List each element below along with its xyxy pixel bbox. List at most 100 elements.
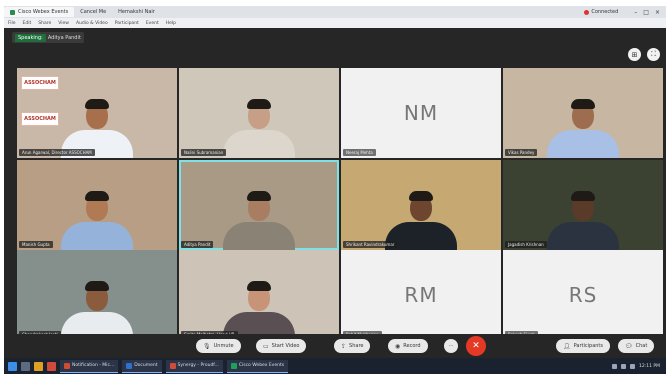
menu-event[interactable]: Event	[146, 21, 159, 26]
window-controls: – □ ×	[634, 9, 660, 16]
connection-status: Connected	[584, 9, 618, 15]
video-tile[interactable]: NM Neeraj Mehta	[341, 68, 501, 158]
tab-label: Cisco Webex Events	[18, 9, 69, 15]
layout-icon[interactable]: ⊞	[628, 48, 641, 61]
app-icon	[64, 362, 70, 369]
share-label: Share	[349, 343, 364, 349]
webex-icon	[230, 362, 237, 369]
video-tile[interactable]: RMRohit Mukherjee	[341, 250, 501, 340]
clock: 12:11 PM	[639, 363, 660, 369]
video-tile[interactable]: Aditya Pandit	[179, 160, 339, 250]
participant-video	[381, 180, 461, 250]
windows-start-icon[interactable]	[8, 361, 17, 371]
menu-edit[interactable]: Edit	[23, 21, 32, 26]
participant-initials: RM	[404, 283, 438, 307]
end-call-icon: ✕	[472, 341, 480, 351]
video-tile[interactable]: Vikas Pandey	[503, 68, 663, 158]
chat-button[interactable]: 💬︎ Chat	[618, 339, 655, 353]
share-icon: ⇪	[341, 342, 347, 350]
active-speaker-name: Aditya Pandit	[47, 34, 81, 41]
app-icon[interactable]	[47, 361, 56, 371]
video-tile[interactable]: Jagadish Krishnan	[503, 160, 663, 250]
status-dot-icon	[584, 9, 590, 15]
unmute-button[interactable]: 🎙︎ Unmute	[196, 339, 241, 353]
screenshot-frame: Cisco Webex Events Cancel Me Hemakshi Na…	[4, 6, 666, 374]
network-icon[interactable]	[612, 363, 617, 369]
video-tile[interactable]: Shrikant Ravindrakumar	[341, 160, 501, 250]
menu-bar: File Edit Share View Audio & Video Parti…	[4, 18, 666, 28]
taskbar-item[interactable]: Notification - Mic...	[60, 359, 119, 373]
more-icon: ···	[448, 343, 454, 349]
start-video-button[interactable]: ▭ Start Video	[256, 339, 307, 353]
menu-audio-video[interactable]: Audio & Video	[76, 21, 108, 26]
system-tray: 12:11 PM	[612, 363, 660, 369]
taskbar-item[interactable]: Synergy - Proudf...	[165, 359, 223, 373]
participant-name: Shrikant Ravindrakumar	[343, 241, 398, 248]
record-button[interactable]: ◉ Record	[388, 339, 428, 353]
tab-label: Cancel Me	[80, 9, 107, 15]
participant-video	[219, 88, 299, 158]
video-tile[interactable]: ASSOCHAM ASSOCHAM Arun Agarwal, Director A…	[17, 68, 177, 158]
tab-cancel-me[interactable]: Cancel Me	[74, 7, 112, 17]
search-icon[interactable]	[21, 361, 30, 371]
record-label: Record	[403, 343, 421, 349]
end-call-button[interactable]: ✕	[466, 336, 486, 356]
meeting-controls: 🎙︎ Unmute ▭ Start Video ⇪ Share ◉ Record…	[4, 334, 666, 358]
participant-video	[543, 180, 623, 250]
menu-help[interactable]: Help	[166, 21, 176, 26]
menu-share[interactable]: Share	[38, 21, 51, 26]
participant-name: Vikas Pandey	[505, 149, 538, 156]
unmute-label: Unmute	[213, 343, 234, 349]
video-tile[interactable]: Nalini Subramanian	[179, 68, 339, 158]
participant-video	[57, 180, 137, 250]
participant-name: Arun Agarwal, Director ASSOCHAM	[19, 149, 95, 156]
video-tile[interactable]: Smita Malhotra, Head HR	[179, 250, 339, 340]
menu-view[interactable]: View	[58, 21, 69, 26]
tab-webex[interactable]: Cisco Webex Events	[4, 7, 75, 17]
windows-taskbar: Notification - Mic... Document Synergy -…	[4, 358, 666, 374]
tab-label: Hemakshi Nair	[118, 9, 155, 15]
participants-button[interactable]: 👤︎ Participants	[556, 339, 610, 353]
file-explorer-icon[interactable]	[34, 361, 43, 371]
participants-label: Participants	[573, 343, 603, 349]
chat-label: Chat	[635, 343, 648, 349]
status-label: Connected	[591, 9, 619, 15]
fullscreen-icon[interactable]: ⛶	[647, 48, 660, 61]
participant-name: Aditya Pandit	[181, 241, 214, 248]
minimize-button[interactable]: –	[634, 9, 637, 16]
participant-video	[543, 88, 623, 158]
participant-initials: NM	[403, 101, 439, 125]
tab-hemakshi[interactable]: Hemakshi Nair	[112, 7, 161, 17]
assocham-logo: ASSOCHAM	[21, 112, 59, 126]
video-tile[interactable]: Chandrakant Joshi	[17, 250, 177, 340]
participant-video	[57, 270, 137, 340]
video-grid: ASSOCHAM ASSOCHAM Arun Agarwal, Director A…	[17, 68, 663, 340]
battery-icon[interactable]	[630, 363, 635, 369]
share-button[interactable]: ⇪ Share	[334, 339, 371, 353]
participant-name: Jagadish Krishnan	[505, 241, 547, 248]
app-icon	[169, 362, 176, 369]
taskbar-item[interactable]: Cisco Webex Events	[226, 359, 289, 373]
speaking-tag: Speaking:	[15, 33, 46, 42]
title-bar: Cisco Webex Events Cancel Me Hemakshi Na…	[4, 6, 666, 18]
participant-video	[219, 270, 299, 340]
more-options-button[interactable]: ···	[444, 339, 458, 353]
people-icon: 👤︎	[563, 342, 571, 350]
participant-name: Manish Gupta	[19, 241, 53, 248]
microphone-icon: 🎙︎	[203, 342, 211, 350]
word-icon	[126, 362, 133, 369]
menu-participant[interactable]: Participant	[115, 21, 139, 26]
volume-icon[interactable]	[621, 363, 626, 369]
start-video-label: Start Video	[271, 343, 300, 349]
menu-file[interactable]: File	[8, 21, 16, 26]
video-tile[interactable]: Manish Gupta	[17, 160, 177, 250]
chat-icon: 💬︎	[625, 342, 633, 350]
maximize-button[interactable]: □	[643, 9, 649, 16]
active-speaker-indicator: Speaking: Aditya Pandit	[12, 32, 84, 43]
webex-icon	[10, 9, 15, 15]
taskbar-item[interactable]: Document	[122, 359, 162, 373]
participant-name: Nalini Subramanian	[181, 149, 227, 156]
video-tile[interactable]: RSRakesh Singh	[503, 250, 663, 340]
participant-video	[57, 88, 137, 158]
close-button[interactable]: ×	[655, 9, 660, 16]
